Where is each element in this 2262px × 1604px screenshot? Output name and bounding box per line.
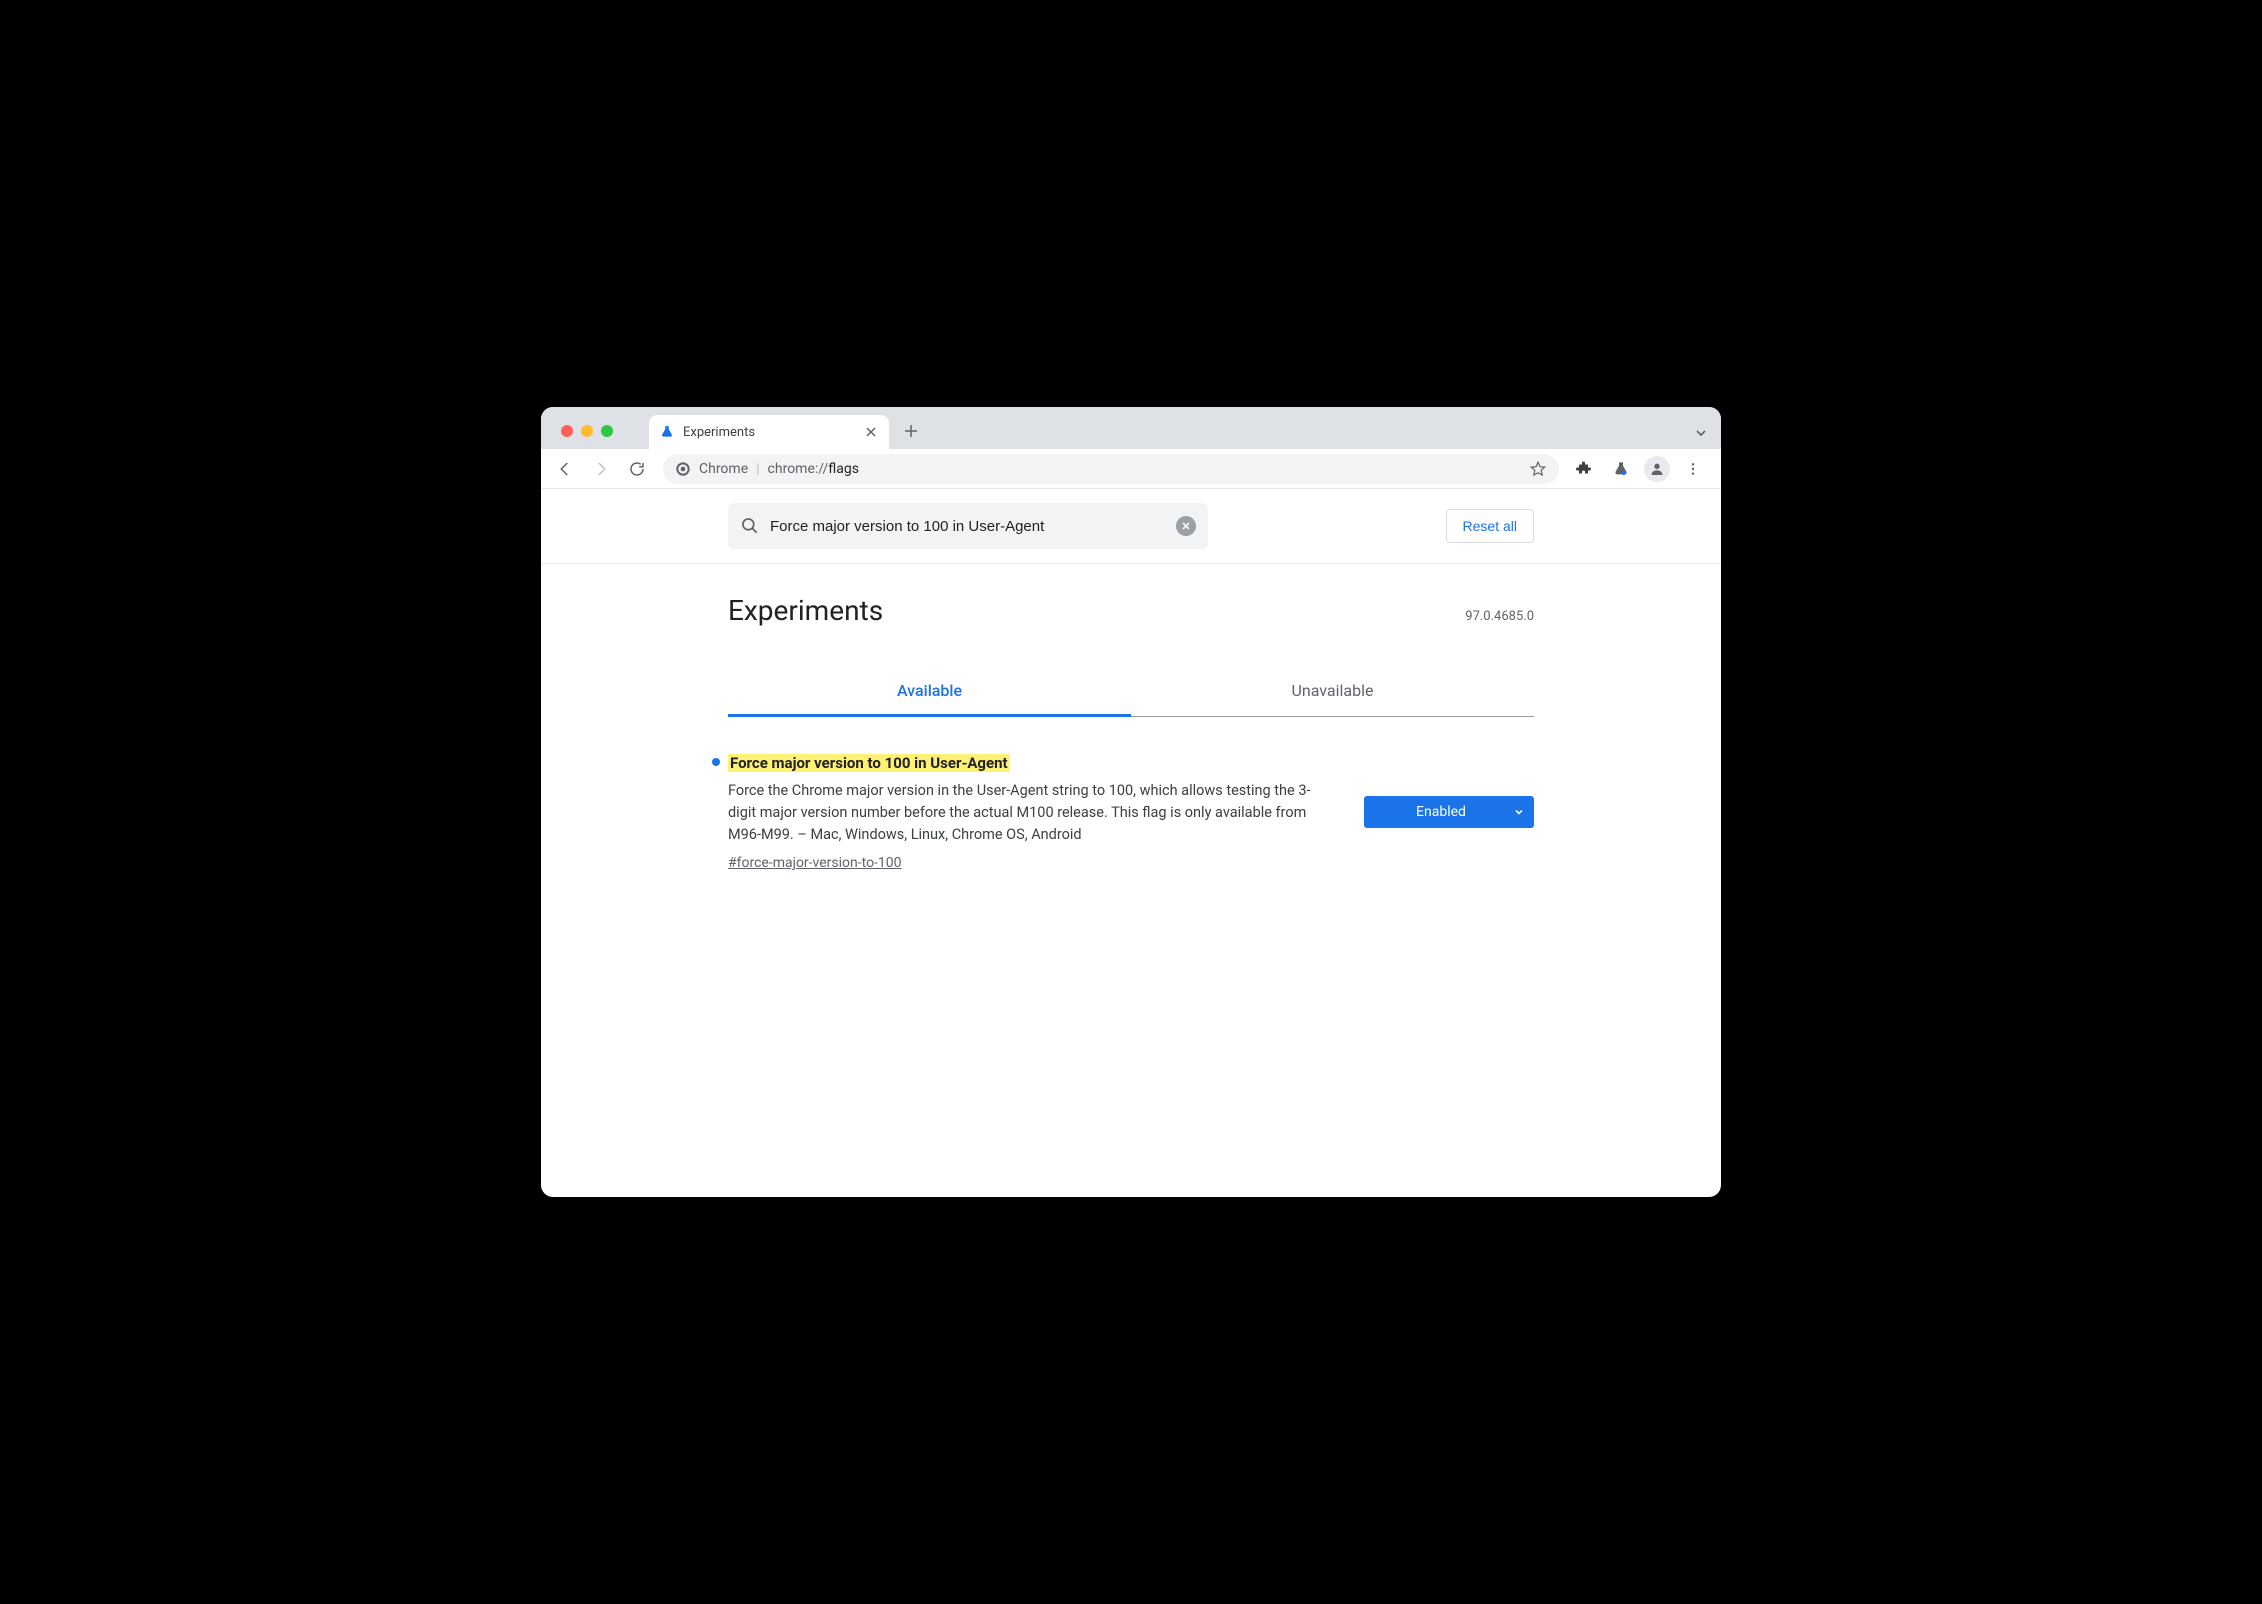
- flag-tabs: Available Unavailable: [728, 667, 1534, 717]
- close-tab-button[interactable]: [863, 424, 879, 440]
- forward-button[interactable]: [585, 453, 617, 485]
- reset-all-button[interactable]: Reset all: [1446, 509, 1534, 543]
- search-row: Reset all: [541, 489, 1721, 564]
- clear-search-button[interactable]: [1176, 516, 1196, 536]
- tab-bar: Experiments: [541, 407, 1721, 449]
- modified-indicator-icon: [712, 758, 720, 766]
- version-label: 97.0.4685.0: [1465, 609, 1534, 624]
- flag-description: Force the Chrome major version in the Us…: [728, 780, 1328, 845]
- flag-state-value: Enabled: [1416, 804, 1466, 820]
- close-window-button[interactable]: [561, 425, 573, 437]
- browser-tab[interactable]: Experiments: [649, 415, 889, 449]
- tab-available[interactable]: Available: [728, 667, 1131, 717]
- flag-title: Force major version to 100 in User-Agent: [728, 754, 1010, 772]
- flag-item: Force major version to 100 in User-Agent…: [728, 717, 1534, 891]
- tab-unavailable[interactable]: Unavailable: [1131, 667, 1534, 716]
- flag-state-select[interactable]: Enabled: [1364, 796, 1534, 828]
- tab-title: Experiments: [683, 425, 755, 440]
- kebab-menu-button[interactable]: [1677, 453, 1709, 485]
- extensions-icon[interactable]: [1569, 453, 1601, 485]
- flask-icon: [659, 424, 675, 440]
- avatar-icon: [1644, 456, 1670, 482]
- new-tab-button[interactable]: [897, 417, 925, 445]
- address-bar[interactable]: Chrome | chrome://flags: [663, 454, 1559, 484]
- search-icon: [740, 516, 760, 536]
- title-row: Experiments 97.0.4685.0: [728, 594, 1534, 627]
- reload-button[interactable]: [621, 453, 653, 485]
- search-box: [728, 503, 1208, 549]
- flag-anchor-link[interactable]: #force-major-version-to-100: [728, 855, 902, 871]
- maximize-window-button[interactable]: [601, 425, 613, 437]
- minimize-window-button[interactable]: [581, 425, 593, 437]
- labs-icon[interactable]: [1605, 453, 1637, 485]
- omnibox-url: chrome://flags: [768, 461, 859, 477]
- bookmark-star-icon[interactable]: [1529, 460, 1547, 478]
- back-button[interactable]: [549, 453, 581, 485]
- toolbar: Chrome | chrome://flags: [541, 449, 1721, 489]
- window-controls: [553, 425, 621, 449]
- omnibox-origin: Chrome: [699, 461, 748, 477]
- search-input[interactable]: [770, 518, 1166, 535]
- profile-button[interactable]: [1641, 453, 1673, 485]
- tabs-dropdown-button[interactable]: [1695, 427, 1707, 439]
- extension-area: [1569, 453, 1713, 485]
- page-content: Reset all Experiments 97.0.4685.0 Availa…: [541, 489, 1721, 1197]
- chevron-down-icon: [1514, 807, 1524, 817]
- site-info-icon[interactable]: [675, 461, 691, 477]
- browser-window: Experiments Chrome | c: [541, 407, 1721, 1197]
- page-title: Experiments: [728, 594, 883, 627]
